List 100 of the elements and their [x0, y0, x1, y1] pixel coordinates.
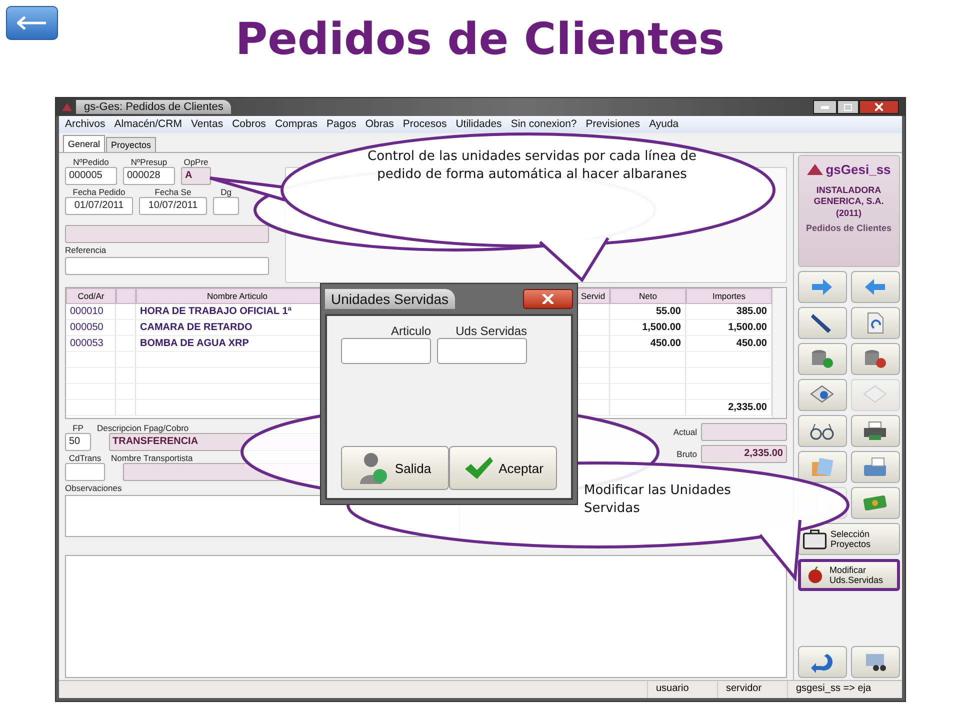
input-field[interactable] [437, 338, 527, 364]
menu-item[interactable]: Almacén/CRM [114, 118, 182, 131]
toolbar-button[interactable] [850, 646, 900, 678]
field-label: Descripcion Fpag/Cobro [97, 423, 189, 433]
reference-field[interactable] [65, 257, 269, 275]
text-field[interactable]: 50 [65, 433, 91, 451]
menu-item[interactable]: Previsiones [586, 118, 640, 131]
table-cell [116, 304, 136, 320]
scrollbar[interactable] [772, 288, 786, 418]
field-label: Fecha Pedido [72, 187, 126, 197]
table-cell [66, 368, 116, 384]
dialog-button[interactable]: Aceptar [449, 446, 557, 490]
status-text: usuario [647, 681, 717, 698]
back-button[interactable] [6, 6, 58, 40]
minimize-icon [821, 106, 829, 108]
user-icon [358, 451, 389, 485]
maximize-button[interactable] [837, 100, 859, 114]
field-label: Uds Servidas [456, 324, 527, 338]
toolbar-button[interactable] [850, 415, 900, 447]
field-label: NºPedido [73, 157, 109, 167]
status-text: servidor [717, 681, 787, 698]
toolbar-button[interactable] [798, 415, 847, 447]
toolbar-button[interactable]: Selección Proyectos [798, 523, 900, 555]
checkmark-icon [462, 455, 493, 481]
table-cell: 000010 [66, 304, 116, 320]
toolbar-button[interactable] [798, 451, 847, 483]
field-label: Referencia [65, 245, 106, 255]
field-label: Nombre Transportista [111, 453, 193, 463]
fax-icon [862, 456, 888, 478]
table-cell [116, 320, 136, 336]
module-name: Pedidos de Clientes [806, 222, 892, 234]
table-cell [66, 352, 116, 368]
callout-text: Control de las unidades servidas por cada línea de pedido de forma automática al hacer albaranes [366, 148, 698, 184]
logo-text: gsGesi_ss [826, 162, 891, 177]
total-field: 2,335.00 [701, 445, 787, 463]
field-label: Articulo [390, 324, 431, 338]
callout-text: Modificar las Unidades Servidas [584, 482, 732, 518]
table-cell: 000050 [66, 320, 116, 336]
field-label: OpPre [184, 157, 208, 167]
text-field[interactable]: 000005 [65, 167, 117, 185]
close-button[interactable] [859, 100, 899, 114]
menu-item[interactable]: Obras [365, 118, 394, 131]
menu-item[interactable]: Compras [274, 118, 318, 131]
field-label: Actual [673, 427, 697, 437]
menu-item[interactable]: Sin conexion? [510, 118, 577, 131]
undo-arrow-icon [809, 651, 836, 673]
menu-item[interactable]: Pagos [326, 118, 356, 131]
field-label: Bruto [676, 449, 697, 459]
notes-icon [809, 456, 836, 478]
column-header [116, 288, 136, 304]
menu-item[interactable]: Ayuda [649, 118, 679, 131]
date-field[interactable] [213, 197, 239, 215]
status-text: gsgesi_ss => eja [787, 681, 902, 698]
text-field[interactable]: A [181, 167, 211, 185]
menu-item[interactable]: Utilidades [456, 118, 502, 131]
toolbar-button[interactable] [798, 307, 847, 339]
table-cell: 1,500.00 [610, 320, 686, 336]
tab[interactable]: Proyectos [106, 137, 156, 152]
database-delete-icon [862, 348, 888, 370]
app-logo-icon [62, 103, 72, 111]
text-field[interactable] [65, 225, 269, 243]
database-add-icon [809, 348, 836, 370]
field-label: FP [72, 423, 84, 433]
tab[interactable]: General [63, 135, 106, 152]
menu-item[interactable]: Ventas [190, 118, 224, 131]
toolbar-button[interactable] [850, 343, 900, 375]
toolbar-button[interactable]: Modificar Uds.Servidas [798, 559, 900, 591]
table-cell [116, 336, 136, 352]
field-label: Fecha Se [154, 187, 192, 197]
table-cell: 450.00 [610, 336, 686, 352]
toolbar-button[interactable] [798, 379, 847, 411]
minimize-button[interactable] [813, 100, 837, 114]
triangle-logo-icon [806, 164, 823, 175]
close-button[interactable] [523, 289, 573, 309]
close-icon [542, 294, 554, 304]
dialog-button[interactable]: Salida [341, 446, 449, 490]
toolbar-button[interactable] [798, 646, 847, 678]
printer-icon [862, 420, 888, 442]
date-field[interactable]: 10/07/2011 [139, 197, 207, 215]
column-header: Cod/Ar [66, 288, 116, 304]
date-field[interactable]: 01/07/2011 [65, 197, 133, 215]
company-year: (2011) [836, 208, 862, 219]
input-field[interactable] [341, 338, 431, 364]
table-cell: 000053 [66, 336, 116, 352]
menu-item[interactable]: Archivos [65, 118, 106, 131]
menu-item[interactable]: Procesos [402, 118, 447, 131]
dialog-title: Unidades Servidas [325, 289, 455, 309]
text-field[interactable] [65, 463, 105, 481]
maximize-icon [844, 104, 852, 110]
window-title: gs-Ges: Pedidos de Clientes [76, 100, 232, 114]
column-header: Servid [576, 288, 610, 304]
column-header: Importes [686, 288, 772, 304]
company-name: INSTALADORA GENERICA, S.A. [812, 185, 885, 208]
close-icon [875, 103, 883, 111]
slide-title: Pedidos de Clientes [235, 14, 725, 65]
menu-item[interactable]: Cobros [232, 118, 266, 131]
text-field[interactable]: 000028 [123, 167, 175, 185]
field-label: Observaciones [65, 483, 122, 493]
table-cell [66, 384, 116, 400]
field-label: NºPresup [130, 157, 168, 167]
